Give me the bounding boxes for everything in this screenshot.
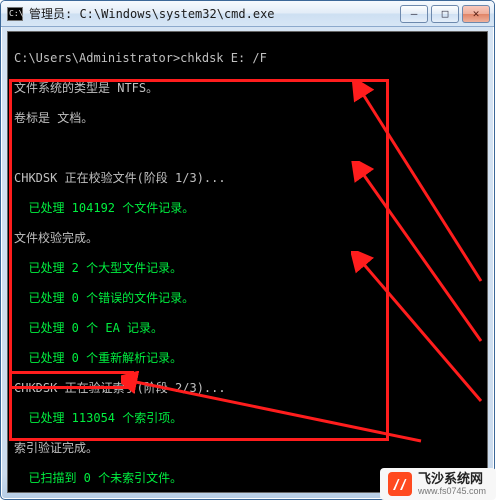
maximize-button[interactable]: □	[431, 5, 459, 23]
window-frame: C:\ 管理员: C:\Windows\system32\cmd.exe — □…	[0, 0, 495, 500]
blank	[14, 141, 481, 156]
phase1-line: CHKDSK 正在校验文件(阶段 1/3)...	[14, 171, 481, 186]
window-controls: — □ ✕	[400, 5, 490, 23]
phase2-done: 索引验证完成。	[14, 441, 481, 456]
phase2-index: 已处理 113054 个索引项。	[14, 411, 481, 426]
fs-type-line: 文件系统的类型是 NTFS。	[14, 81, 481, 96]
close-button[interactable]: ✕	[462, 5, 490, 23]
prompt-line: C:\Users\Administrator>chkdsk E: /F	[14, 51, 481, 66]
phase1-files: 已处理 104192 个文件记录。	[14, 201, 481, 216]
terminal-output[interactable]: C:\Users\Administrator>chkdsk E: /F 文件系统…	[7, 31, 488, 493]
brand-logo-icon	[388, 472, 412, 496]
brand-text: 飞沙系统网 www.fs0745.com	[418, 472, 486, 496]
window-title: 管理员: C:\Windows\system32\cmd.exe	[29, 5, 400, 22]
phase1-bad: 已处理 0 个错误的文件记录。	[14, 291, 481, 306]
phase1-done: 文件校验完成。	[14, 231, 481, 246]
phase1-large: 已处理 2 个大型文件记录。	[14, 261, 481, 276]
brand-url: www.fs0745.com	[418, 486, 486, 496]
brand-name: 飞沙系统网	[418, 471, 483, 486]
minimize-button[interactable]: —	[400, 5, 428, 23]
titlebar[interactable]: C:\ 管理员: C:\Windows\system32\cmd.exe — □…	[1, 1, 494, 27]
cmd-icon: C:\	[7, 7, 23, 21]
phase1-reparse: 已处理 0 个重新解析记录。	[14, 351, 481, 366]
phase1-ea: 已处理 0 个 EA 记录。	[14, 321, 481, 336]
vol-label-line: 卷标是 文档。	[14, 111, 481, 126]
phase2-line: CHKDSK 正在验证索引(阶段 2/3)...	[14, 381, 481, 396]
watermark: 飞沙系统网 www.fs0745.com	[380, 468, 496, 500]
